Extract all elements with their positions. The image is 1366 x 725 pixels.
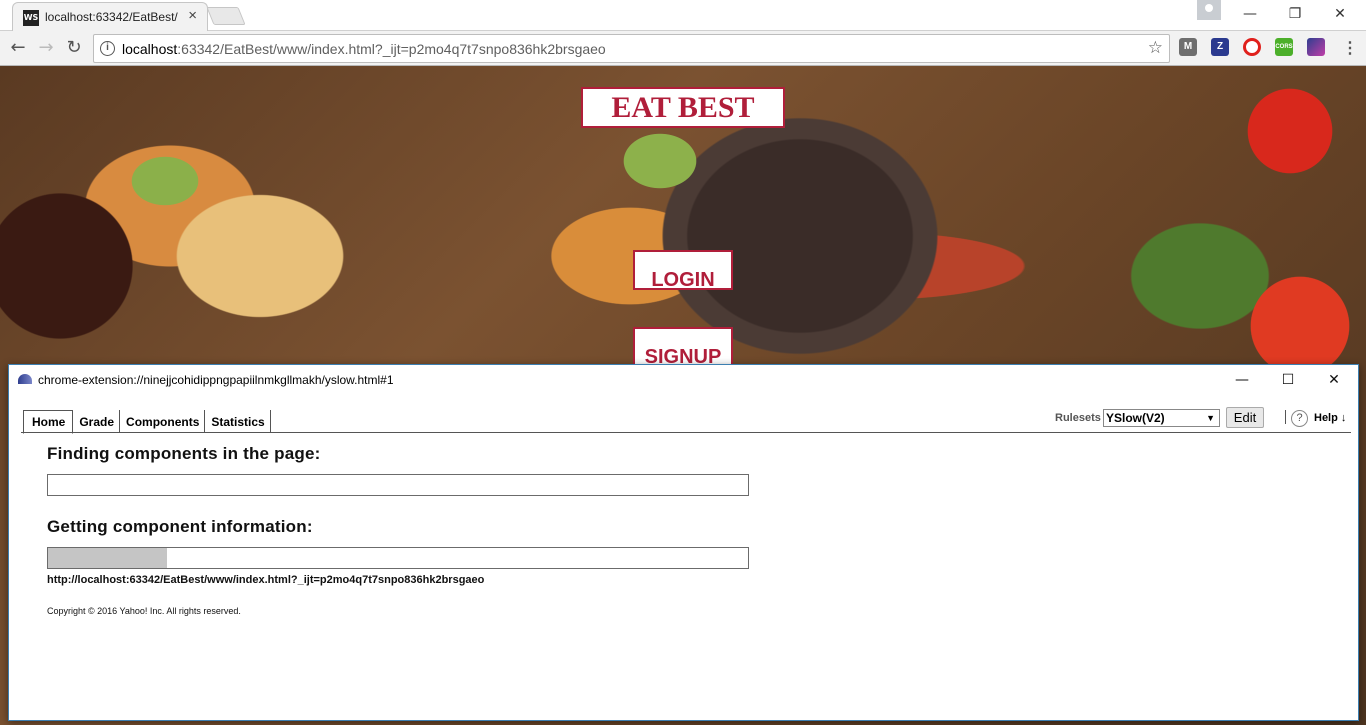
rulesets-label: Rulesets [1055,412,1101,424]
profile-avatar-icon[interactable] [1197,0,1221,20]
help-divider [1285,410,1286,424]
tab-statistics[interactable]: Statistics [205,410,271,432]
edit-ruleset-button[interactable]: Edit [1226,407,1264,428]
webstorm-favicon-icon: WS [23,10,39,26]
tab-components[interactable]: Components [120,410,206,432]
getting-progress-fill [48,548,167,568]
finding-components-heading: Finding components in the page: [47,444,321,463]
back-arrow-icon[interactable]: ← [5,35,31,61]
tab-home[interactable]: Home [23,410,74,434]
getting-info-heading: Getting component information: [47,517,313,536]
reload-icon[interactable]: ↻ [61,35,87,61]
login-button[interactable]: LOGIN [633,250,733,290]
tab-title: localhost:63342/EatBest/ [45,10,178,24]
window-close-button[interactable]: ✕ [1317,2,1363,26]
signup-button[interactable]: SIGNUP [633,327,733,367]
yslow-logo-icon [18,374,32,384]
new-tab-button[interactable] [206,7,246,25]
z-extension-icon[interactable]: Z [1211,38,1229,56]
brand-logo: EAT BEST [581,87,785,128]
url-path: :63342/EatBest/www/index.html?_ijt=p2mo4… [177,41,606,57]
yslow-extension-icon[interactable] [1307,38,1325,56]
browser-toolbar: ← → ↻ i localhost:63342/EatBest/www/inde… [0,31,1366,66]
help-link[interactable]: Help ↓ [1314,412,1346,424]
rulesets-value: YSlow(V2) [1106,411,1165,425]
tab-divider [21,432,1351,433]
dropdown-arrow-icon: ▼ [1206,413,1215,423]
help-question-icon[interactable]: ? [1291,410,1308,427]
cors-extension-icon[interactable]: CORS [1275,38,1293,56]
rulesets-select[interactable]: YSlow(V2) ▼ [1103,409,1220,427]
finding-progress-bar [47,474,749,496]
opera-extension-icon[interactable] [1243,38,1261,56]
copyright-text: Copyright © 2016 Yahoo! Inc. All rights … [47,606,241,616]
yslow-tabs: Home Grade Components Statistics [23,410,271,434]
address-url[interactable]: localhost:63342/EatBest/www/index.html?_… [122,41,606,57]
popup-minimize-button[interactable]: — [1219,369,1265,391]
getting-progress-bar [47,547,749,569]
popup-url: chrome-extension://ninejjcohidippngpapii… [38,373,394,387]
tab-close-icon[interactable]: × [188,8,197,24]
browser-menu-icon[interactable]: ⋮ [1342,38,1358,58]
url-host: localhost [122,41,178,57]
tab-grade[interactable]: Grade [73,410,121,432]
window-minimize-button[interactable]: — [1227,2,1273,26]
popup-titlebar[interactable]: chrome-extension://ninejjcohidippngpapii… [9,365,1358,395]
m-extension-icon[interactable]: M [1179,38,1197,56]
browser-tab-active[interactable]: WS localhost:63342/EatBest/ × [12,2,208,32]
forward-arrow-icon[interactable]: → [33,35,59,61]
window-restore-button[interactable]: ❐ [1272,2,1318,26]
current-component-url: http://localhost:63342/EatBest/www/index… [47,574,485,586]
site-info-icon[interactable]: i [100,41,115,56]
browser-tabstrip: WS localhost:63342/EatBest/ × — ❐ ✕ [0,0,1366,32]
yslow-popup-window: chrome-extension://ninejjcohidippngpapii… [8,364,1359,721]
address-bar[interactable]: i localhost:63342/EatBest/www/index.html… [93,34,1170,63]
popup-maximize-button[interactable]: ☐ [1265,369,1311,391]
popup-close-button[interactable]: ✕ [1311,369,1357,391]
bookmark-star-icon[interactable]: ☆ [1148,38,1163,58]
